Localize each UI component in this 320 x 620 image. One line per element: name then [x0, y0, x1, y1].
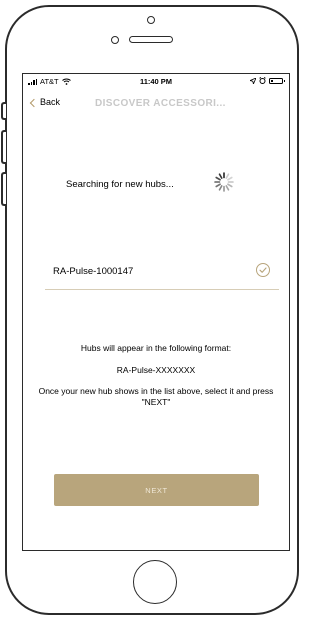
searching-status-text: Searching for new hubs...: [66, 179, 174, 190]
format-intro-text: Hubs will appear in the following format…: [80, 343, 232, 353]
volume-up-button: [1, 130, 6, 164]
app-screen: AT&T 11:40 PM Back DISCOVER ACCESSORI...…: [22, 73, 290, 551]
home-button[interactable]: [133, 560, 177, 604]
status-bar: AT&T 11:40 PM: [23, 74, 289, 88]
loading-spinner-icon: [214, 172, 234, 192]
status-right: [250, 77, 285, 84]
mute-switch: [1, 102, 6, 120]
earpiece-speaker: [129, 36, 173, 43]
instruction-text: Once your new hub shows in the list abov…: [38, 386, 274, 407]
back-button[interactable]: Back: [29, 97, 61, 107]
battery-icon: [269, 77, 285, 84]
format-example-text: RA-Pulse-XXXXXXX: [116, 365, 196, 375]
check-circle-icon: [256, 263, 270, 277]
page-title: DISCOVER ACCESSORI...: [95, 98, 226, 109]
proximity-sensor: [111, 36, 119, 44]
nav-bar: Back DISCOVER ACCESSORI...: [23, 94, 289, 114]
hub-list-item[interactable]: RA-Pulse-1000147: [45, 254, 279, 290]
volume-down-button: [1, 172, 6, 206]
front-camera: [147, 16, 155, 24]
back-label: Back: [40, 97, 61, 107]
alarm-clock-icon: [259, 77, 266, 84]
next-button[interactable]: NEXT: [54, 474, 259, 506]
location-arrow-icon: [250, 77, 256, 84]
hub-name: RA-Pulse-1000147: [53, 266, 134, 277]
chevron-left-icon: [29, 98, 39, 107]
